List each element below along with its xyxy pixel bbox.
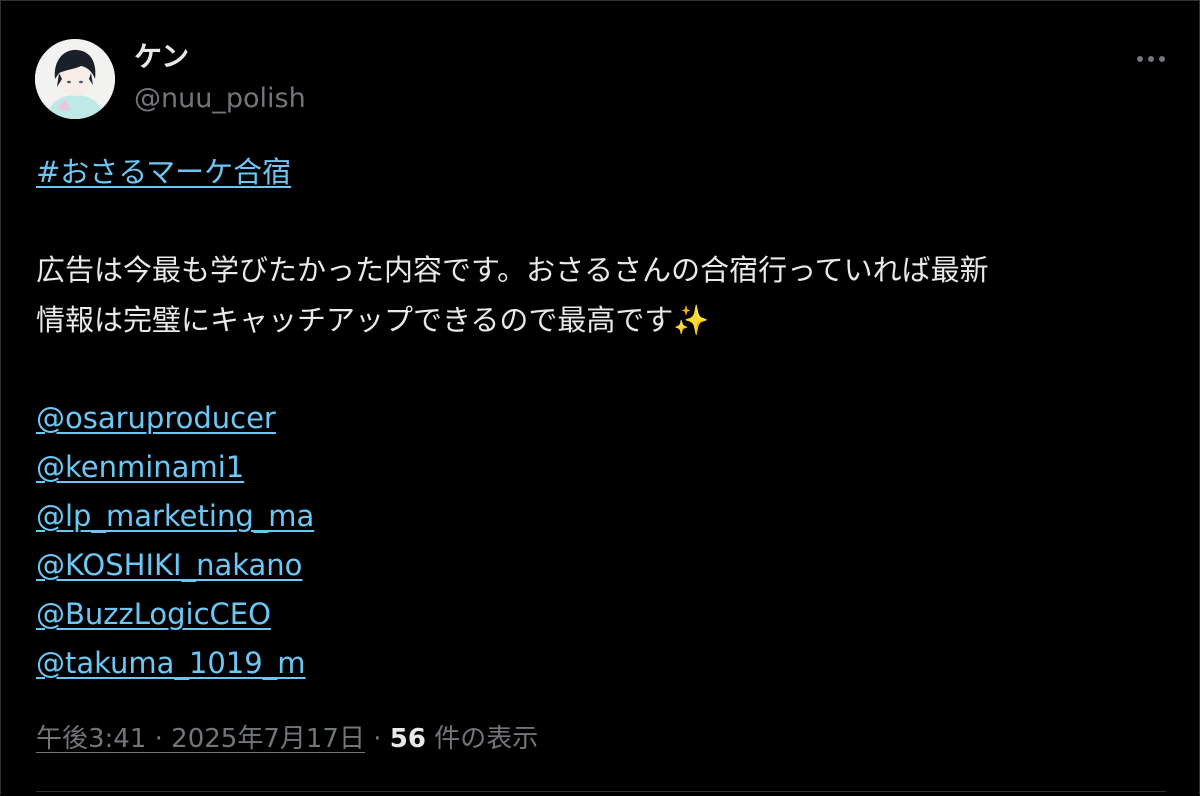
more-horizontal-icon: [1137, 56, 1143, 62]
tweet-text: #おさるマーケ合宿 広告は今最も学びたかった内容です。おさるさんの合宿行っていれ…: [36, 147, 1176, 687]
view-count: 56: [389, 724, 426, 754]
timestamp-link[interactable]: 午後3:41 · 2025年7月17日: [36, 724, 365, 754]
hashtag-link[interactable]: #おさるマーケ合宿: [36, 155, 291, 189]
user-avatar-illustration-icon: [35, 39, 115, 119]
divider: [36, 791, 1166, 792]
avatar[interactable]: [35, 39, 115, 119]
mention-link[interactable]: @takuma_1019_m: [36, 646, 306, 680]
author-handle[interactable]: @nuu_polish: [134, 81, 306, 117]
mention-link[interactable]: @osaruproducer: [36, 401, 276, 435]
view-label: 件の表示: [434, 724, 539, 754]
mention-list: @osaruproducer @kenminami1 @lp_marketing…: [36, 393, 1176, 687]
mention-link[interactable]: @kenminami1: [36, 450, 244, 484]
author-display-name[interactable]: ケン: [134, 39, 189, 75]
tweet-text-line: 情報は完璧にキャッチアップできるので最高です✨: [36, 303, 710, 337]
tweet-text-line: 広告は今最も学びたかった内容です。おさるさんの合宿行っていれば最新: [36, 253, 989, 287]
more-horizontal-icon-dot: [1148, 56, 1154, 62]
tweet-card: ケン @nuu_polish #おさるマーケ合宿 広告は今最も学びたかった内容で…: [0, 0, 1200, 795]
tweet-metadata: 午後3:41 · 2025年7月17日 · 56 件の表示: [36, 719, 538, 759]
mention-link[interactable]: @KOSHIKI_nakano: [36, 548, 302, 582]
more-options-button[interactable]: [1129, 41, 1173, 77]
more-horizontal-icon-dot: [1159, 56, 1165, 62]
meta-separator: ·: [373, 724, 382, 754]
mention-link[interactable]: @lp_marketing_ma: [36, 499, 314, 533]
mention-link[interactable]: @BuzzLogicCEO: [36, 597, 271, 631]
